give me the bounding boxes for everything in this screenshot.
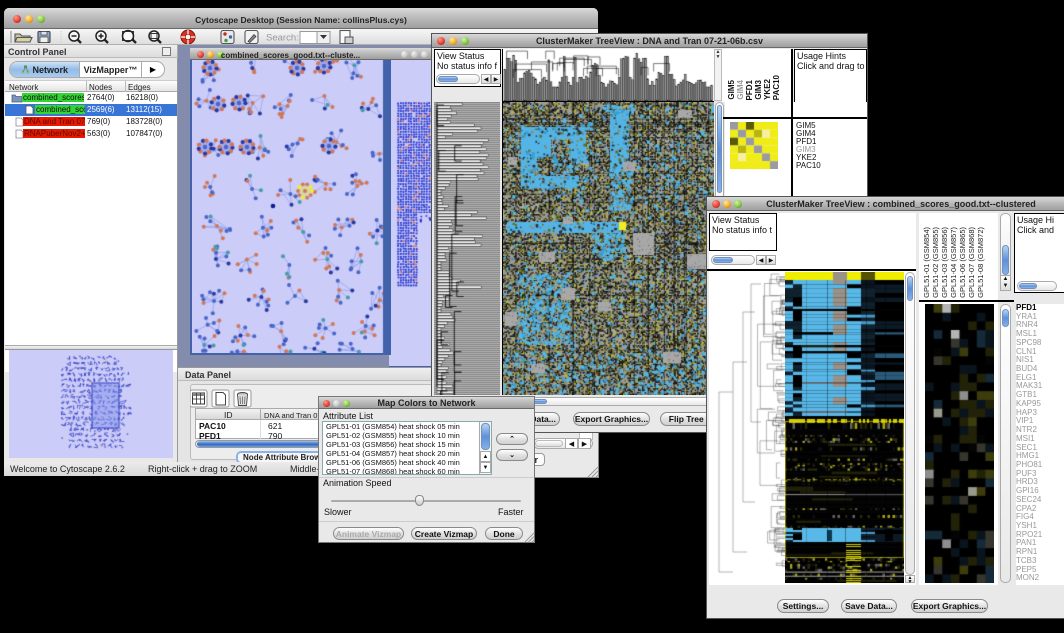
svg-text:Search:: Search: [266, 33, 299, 44]
